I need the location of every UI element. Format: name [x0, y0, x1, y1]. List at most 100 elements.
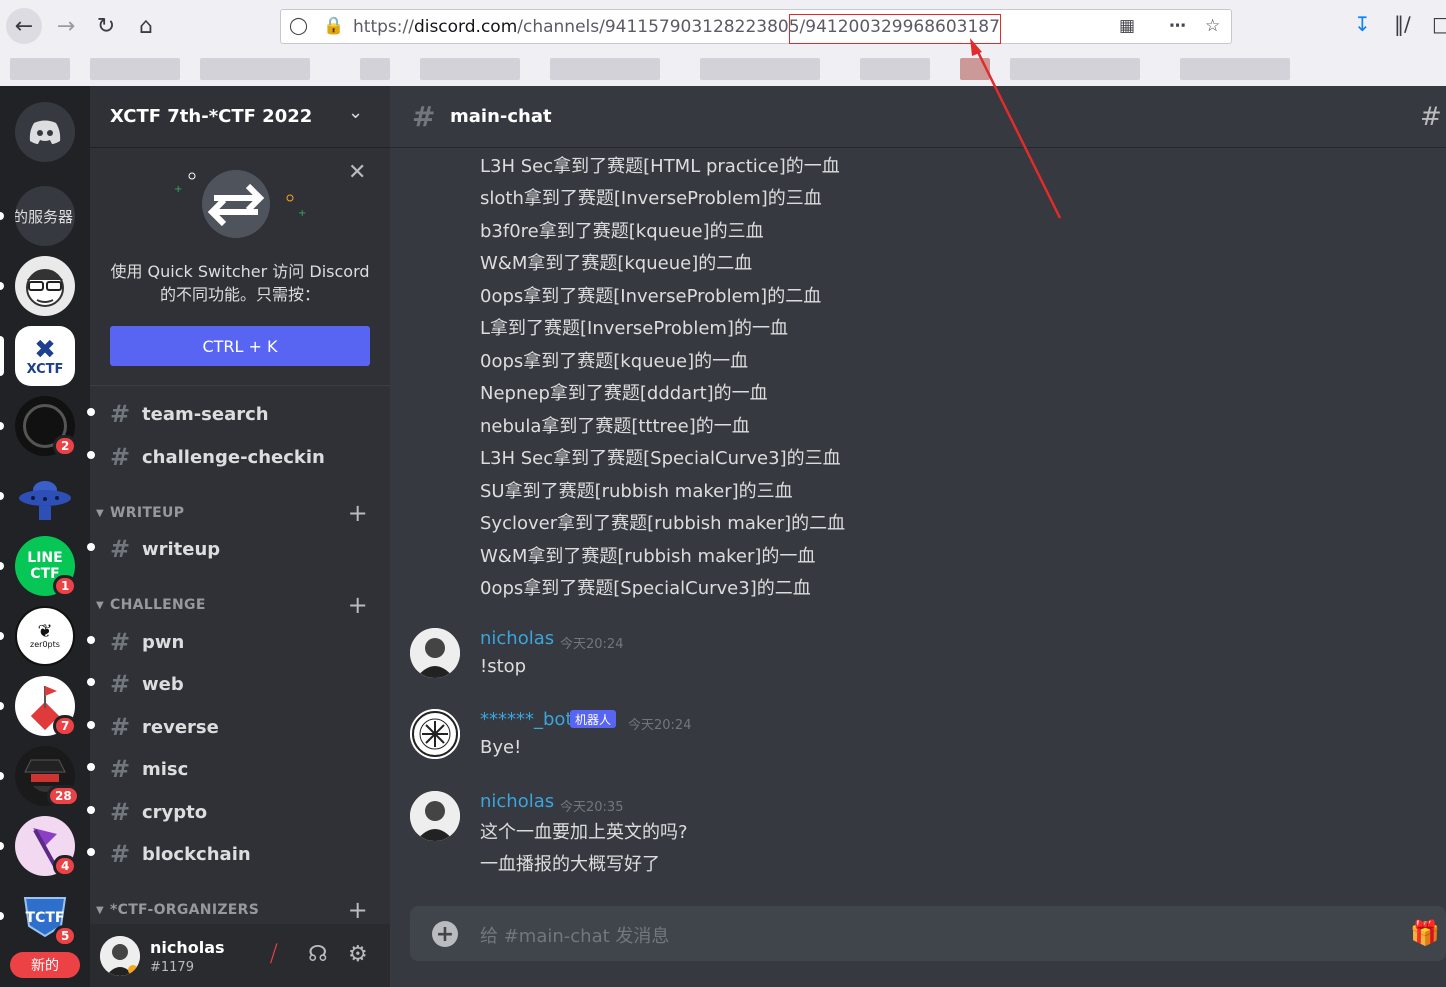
close-icon[interactable]: ✕ [348, 160, 366, 185]
unread-pip [0, 632, 4, 640]
headphones-icon[interactable]: ☊ [308, 942, 328, 967]
download-icon[interactable]: ↧ [1354, 12, 1371, 36]
qr-code-icon[interactable]: ▦ [1119, 16, 1135, 36]
channel-web[interactable]: # web [87, 667, 380, 701]
channel-title: main-chat [450, 106, 552, 127]
chevron-down-icon[interactable]: ⌄ [348, 102, 363, 123]
home-icon[interactable]: ⌂ [128, 8, 164, 44]
user-portrait-icon [100, 936, 140, 976]
bookmark-blurred[interactable] [1010, 58, 1140, 80]
channel-name: pwn [142, 631, 185, 653]
server-avatar-sketch[interactable] [15, 256, 75, 316]
mic-muted-icon[interactable]: ⧸ [270, 942, 277, 967]
message-author[interactable]: nicholas [480, 628, 554, 649]
add-channel-icon[interactable]: + [348, 896, 368, 924]
server-zer0pts[interactable]: ❦ zer0pts [15, 606, 75, 666]
category-challenge[interactable]: ▼ CHALLENGE + [96, 591, 380, 619]
text-channel-icon: # [110, 755, 131, 783]
category-ctf-organizers[interactable]: ▼ *CTF-ORGANIZERS + [96, 896, 380, 924]
text-channel-icon: # [110, 713, 131, 741]
server-ufo[interactable] [15, 466, 75, 526]
bookmark-blurred[interactable] [1180, 58, 1290, 80]
promo-text: 使用 Quick Switcher 访问 Discord 的不同功能。只需按： [106, 260, 374, 306]
unread-dot [87, 678, 95, 686]
channel-blockchain[interactable]: # blockchain [87, 837, 380, 871]
avatar[interactable] [100, 936, 140, 976]
guild-header[interactable]: XCTF 7th-*CTF 2022 ⌄ [90, 86, 390, 148]
bookmark-star-icon[interactable]: ☆ [1205, 16, 1220, 36]
channel-name: team-search [142, 403, 269, 425]
server-partial[interactable]: 的服务器 [15, 186, 75, 246]
text-channel-icon: # [412, 100, 436, 133]
chevron-down-icon: ▼ [96, 904, 104, 916]
channel-team-search[interactable]: # team-search [87, 397, 380, 431]
unread-dot [87, 848, 95, 856]
new-unreads-pill[interactable]: 新的 [10, 952, 80, 978]
mention-badge: 5 [53, 925, 78, 947]
avatar[interactable] [410, 628, 460, 678]
bookmark-blurred[interactable] [700, 58, 820, 80]
add-attachment-icon[interactable]: + [432, 921, 458, 947]
bot-badge: 机器人 [570, 710, 617, 728]
message-line: SU拿到了赛题[rubbish maker]的三血 [480, 481, 793, 502]
threads-icon[interactable]: # [1420, 102, 1442, 132]
channel-misc[interactable]: # misc [87, 752, 380, 786]
quick-switcher-button[interactable]: CTRL + K [110, 326, 370, 366]
gift-icon[interactable]: 🎁 [1410, 919, 1440, 947]
message-composer[interactable]: + 给 #main-chat 发消息 🎁 [410, 906, 1446, 961]
category-name: *CTF-ORGANIZERS [110, 902, 260, 918]
message-author[interactable]: ******_bot [480, 709, 573, 730]
avatar[interactable] [410, 709, 460, 759]
chat-area: # main-chat # L3H Sec拿到了赛题[HTML practice… [390, 86, 1446, 987]
unread-pip [0, 912, 4, 920]
message-line: L拿到了赛题[InverseProblem]的一血 [480, 318, 788, 339]
avatar[interactable] [410, 791, 460, 841]
message-timestamp: 今天20:35 [560, 800, 624, 815]
bookmark-blurred[interactable] [200, 58, 310, 80]
add-channel-icon[interactable]: + [348, 499, 368, 527]
text-channel-icon: # [110, 840, 131, 868]
more-dots-icon[interactable]: ⋯ [1169, 16, 1186, 36]
promo-text-line: 的不同功能。只需按： [159, 285, 320, 304]
reload-icon[interactable]: ↻ [88, 8, 124, 44]
bookmark-blurred[interactable] [860, 58, 930, 80]
bookmark-blurred[interactable] [550, 58, 660, 80]
gear-icon[interactable]: ⚙ [348, 942, 368, 967]
bookmark-blurred[interactable] [90, 58, 180, 80]
unread-dot [87, 451, 95, 459]
channel-name: writeup [142, 538, 221, 560]
bookmark-blurred[interactable] [360, 58, 390, 80]
library-icon[interactable]: ‖∕ [1394, 12, 1411, 36]
annotation-box [789, 14, 1001, 44]
lock-icon[interactable]: 🔒 [323, 16, 344, 36]
bookmark-blurred[interactable] [10, 58, 70, 80]
channel-crypto[interactable]: # crypto [87, 795, 380, 829]
sidebar-toggle-icon[interactable]: □ [1432, 12, 1446, 36]
url-bar[interactable]: ◯ 🔒 https://discord.com/channels/9411579… [280, 9, 1232, 44]
chevron-down-icon: ▼ [96, 599, 104, 611]
message-line: b3f0re拿到了赛题[kqueue]的三血 [480, 221, 764, 242]
composer-placeholder[interactable]: 给 #main-chat 发消息 [480, 922, 669, 948]
back-arrow-icon[interactable]: ← [6, 8, 42, 44]
channel-name: reverse [142, 716, 219, 738]
message-line: sloth拿到了赛题[InverseProblem]的三血 [480, 188, 822, 209]
channel-writeup[interactable]: # writeup [87, 532, 380, 566]
unread-pip [0, 562, 4, 570]
bookmark-blurred[interactable] [960, 58, 990, 80]
category-writeup[interactable]: ▼ WRITEUP + [96, 499, 380, 527]
shield-icon[interactable]: ◯ [289, 16, 308, 36]
channel-challenge-checkin[interactable]: # challenge-checkin [87, 440, 380, 474]
url-scheme: https:// [353, 17, 414, 37]
message-author[interactable]: nicholas [480, 791, 554, 812]
home-button[interactable] [15, 102, 75, 162]
server-xctf[interactable]: ✖ XCTF [15, 326, 75, 386]
text-channel-icon: # [110, 535, 131, 563]
message-line: !stop [480, 656, 527, 677]
forward-arrow-icon[interactable]: → [48, 8, 84, 44]
bookmark-blurred[interactable] [420, 58, 520, 80]
chat-header: # main-chat # [390, 86, 1446, 148]
unread-dot [87, 408, 95, 416]
channel-pwn[interactable]: # pwn [87, 625, 380, 659]
add-channel-icon[interactable]: + [348, 591, 368, 619]
channel-reverse[interactable]: # reverse [87, 710, 380, 744]
